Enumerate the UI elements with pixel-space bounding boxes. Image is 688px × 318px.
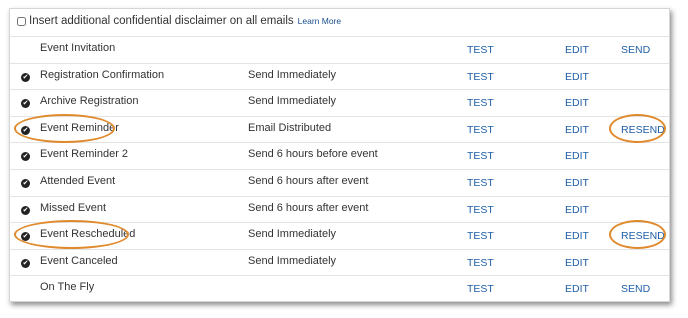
email-list: ✔ Event Invitation TEST EDIT SEND ✔ Regi…: [10, 36, 669, 302]
email-name: Event Reminder 2: [40, 148, 129, 161]
disclaimer-checkbox[interactable]: [17, 16, 26, 26]
edit-link[interactable]: EDIT: [565, 204, 589, 216]
email-name: Event Invitation: [40, 42, 116, 54]
email-row: ✔ On The Fly TEST EDIT SEND: [10, 275, 669, 302]
test-link[interactable]: TEST: [467, 44, 494, 56]
test-link[interactable]: TEST: [467, 283, 494, 295]
test-link[interactable]: TEST: [467, 97, 494, 109]
email-timing: Email Distributed: [248, 121, 332, 134]
email-row: ✔ Event Reminder Email Distributed TEST …: [10, 115, 669, 143]
email-timing: Send Immediately: [248, 95, 337, 108]
email-settings-panel: Insert additional confidential disclaime…: [9, 8, 670, 302]
email-name: Registration Confirmation: [40, 68, 165, 81]
email-timing: Send 6 hours before event: [248, 148, 378, 161]
test-link[interactable]: TEST: [467, 230, 494, 242]
check-circle-icon: ✔: [21, 125, 30, 135]
email-timing: Send 6 hours after event: [248, 201, 369, 214]
email-name: Event Reminder: [40, 121, 119, 134]
edit-link[interactable]: EDIT: [565, 71, 589, 83]
email-row: ✔ Missed Event Send 6 hours after event …: [10, 195, 669, 223]
check-circle-icon: ✔: [21, 178, 30, 188]
email-row: ✔ Attended Event Send 6 hours after even…: [10, 168, 669, 196]
email-name: Archive Registration: [40, 95, 139, 108]
email-name: Event Rescheduled: [40, 228, 136, 241]
edit-link[interactable]: EDIT: [565, 150, 589, 162]
email-row: ✔ Registration Confirmation Send Immedia…: [10, 62, 669, 90]
test-link[interactable]: TEST: [467, 71, 494, 83]
email-timing: Send 6 hours after event: [248, 174, 369, 187]
email-name: Attended Event: [40, 174, 116, 187]
edit-link[interactable]: EDIT: [565, 97, 589, 109]
disclaimer-label: Insert additional confidential disclaime…: [29, 15, 294, 27]
email-timing: Send Immediately: [248, 68, 337, 81]
edit-link[interactable]: EDIT: [565, 177, 589, 189]
edit-link[interactable]: EDIT: [565, 283, 589, 295]
check-circle-icon: ✔: [21, 232, 30, 242]
action-link[interactable]: SEND: [621, 283, 650, 295]
action-link[interactable]: SEND: [621, 44, 650, 56]
email-row: ✔ Event Rescheduled Send Immediately TES…: [10, 222, 669, 249]
check-circle-icon: ✔: [21, 72, 30, 82]
check-circle-icon: ✔: [21, 99, 30, 109]
email-row: ✔ Event Canceled Send Immediately TEST E…: [10, 248, 669, 276]
edit-link[interactable]: EDIT: [565, 44, 589, 56]
check-circle-icon: ✔: [21, 258, 30, 268]
test-link[interactable]: TEST: [467, 257, 494, 269]
learn-more-link[interactable]: Learn More: [298, 16, 341, 26]
email-name: On The Fly: [40, 281, 95, 294]
email-name: Missed Event: [40, 201, 107, 214]
email-row: ✔ Event Invitation TEST EDIT SEND: [10, 36, 669, 63]
email-name: Event Canceled: [40, 254, 118, 267]
test-link[interactable]: TEST: [467, 150, 494, 162]
check-circle-icon: ✔: [21, 205, 30, 215]
edit-link[interactable]: EDIT: [565, 230, 589, 242]
edit-link[interactable]: EDIT: [565, 124, 589, 136]
action-link[interactable]: RESEND: [621, 230, 665, 242]
email-row: ✔ Archive Registration Send Immediately …: [10, 89, 669, 116]
check-circle-icon: ✔: [21, 152, 30, 162]
disclaimer-option[interactable]: Insert additional confidential disclaime…: [17, 13, 341, 29]
email-timing: Send Immediately: [248, 228, 337, 241]
edit-link[interactable]: EDIT: [565, 257, 589, 269]
email-timing: Send Immediately: [248, 254, 337, 267]
test-link[interactable]: TEST: [467, 177, 494, 189]
email-row: ✔ Event Reminder 2 Send 6 hours before e…: [10, 142, 669, 169]
action-link[interactable]: RESEND: [621, 124, 665, 136]
test-link[interactable]: TEST: [467, 124, 494, 136]
test-link[interactable]: TEST: [467, 204, 494, 216]
